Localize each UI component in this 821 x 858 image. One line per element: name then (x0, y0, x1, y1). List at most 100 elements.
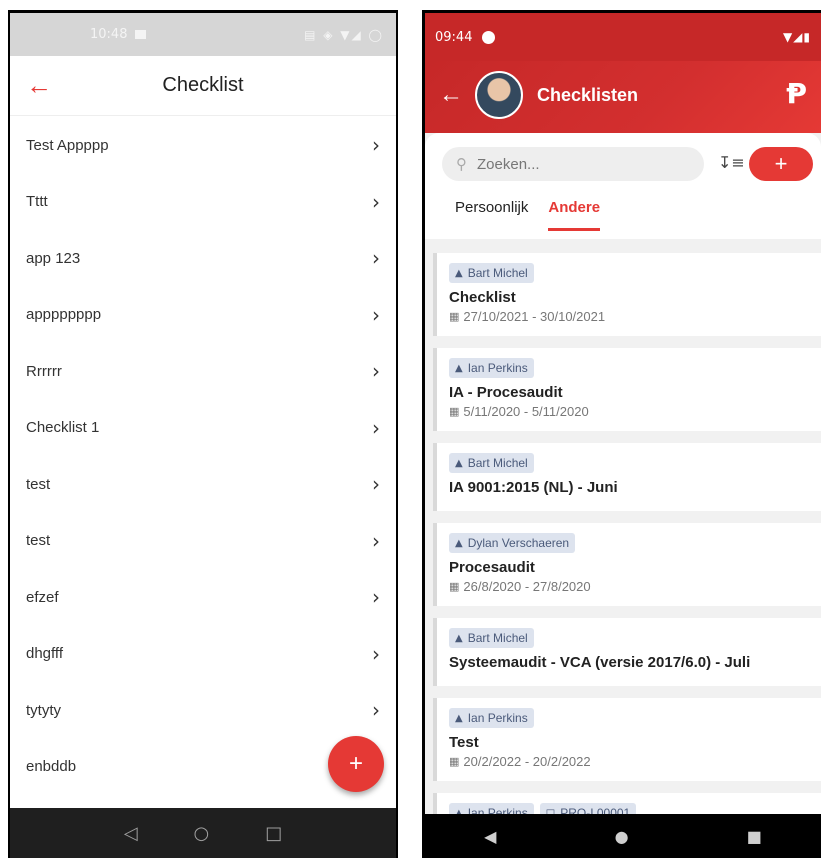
list-item-label: Test Appppp (26, 136, 109, 154)
back-arrow-icon[interactable]: ← (26, 70, 56, 100)
assignee-badge: ▲ Bart Michel (449, 263, 534, 283)
toolbar-panel: ⚲ Zoeken... ↧≡ + Persoonlijk Andere (425, 133, 821, 239)
calendar-icon: ▦ (449, 405, 460, 418)
left-phone: 10:48 ▤ ◈ ▼◢ ◯ ← Checklist Test Appppp › T… (8, 10, 398, 858)
list-item-label: tytyty (26, 701, 62, 719)
app-notification-icon (482, 30, 496, 44)
add-checklist-button[interactable]: + (328, 736, 384, 792)
user-icon: ▲ (455, 537, 463, 549)
back-arrow-icon[interactable]: ← (439, 81, 463, 109)
calendar-icon: ▦ (449, 755, 460, 768)
checklist-card[interactable]: ▲ Dylan Verschaeren Procesaudit ▦ 26/8/2020 … (433, 523, 821, 606)
card-title: IA - Procesaudit (449, 384, 563, 401)
chevron-right-icon: › (372, 302, 380, 327)
chevron-right-icon: › (372, 585, 380, 610)
page-title: Checklist (162, 74, 244, 96)
chevron-right-icon: › (372, 133, 380, 158)
checklist-card[interactable]: ▲ Ian Perkins IA - Procesaudit ▦ 5/11/2020 -… (433, 348, 821, 431)
add-checklist-button[interactable]: + (749, 147, 813, 181)
assignee-name: Ian Perkins (467, 361, 528, 375)
search-input[interactable]: ⚲ Zoeken... (442, 147, 704, 181)
list-item[interactable]: dhgfff › (10, 626, 396, 683)
assignee-badge: ▲ Bart Michel (449, 628, 534, 648)
nav-recents-icon[interactable]: □ (265, 823, 282, 844)
checklist-card[interactable]: ▲ Ian Perkins Test ▦ 20/2/2022 - 20/2/2022 (433, 698, 821, 781)
sort-icon[interactable]: ↧≡ (718, 153, 745, 172)
card-title: Test (449, 734, 479, 751)
chevron-right-icon: › (372, 698, 380, 723)
date-range: 27/10/2021 - 30/10/2021 (463, 309, 606, 324)
list-item[interactable]: efzef › (10, 569, 396, 626)
assignee-badge: ▲ Ian Perkins (449, 708, 534, 728)
chevron-right-icon: › (372, 415, 380, 440)
date-range: 5/11/2020 - 5/11/2020 (463, 404, 589, 419)
badge-row: ▲ Ian Perkins (449, 708, 809, 728)
list-item[interactable]: test › (10, 513, 396, 570)
left-screen: 10:48 ▤ ◈ ▼◢ ◯ ← Checklist Test Appppp › T… (10, 13, 396, 858)
brand-logo-icon: Ᵽ (786, 77, 807, 110)
list-item-label: efzef (26, 588, 59, 606)
list-item-label: dhgfff (26, 645, 63, 663)
status-time: 10:48 (90, 27, 128, 42)
nav-home-icon[interactable]: ● (615, 827, 629, 846)
assignee-badge: ▲ Bart Michel (449, 453, 534, 473)
list-item-label: test (26, 532, 51, 550)
date-range: 20/2/2022 - 20/2/2022 (463, 754, 591, 769)
list-item[interactable]: app 123 › (10, 230, 396, 287)
list-item[interactable]: Tttt › (10, 174, 396, 231)
checklist-card[interactable]: ▲ Bart Michel Checklist ▦ 27/10/2021 - 30/10… (433, 253, 821, 336)
chevron-right-icon: › (372, 472, 380, 497)
badge-row: ▲ Bart Michel (449, 263, 809, 283)
checklist-card[interactable]: ▲ Bart Michel Systeemaudit - VCA (versie 2… (433, 618, 821, 686)
card-title: Systeemaudit - VCA (versie 2017/6.0) - J… (449, 654, 751, 671)
user-icon: ▲ (455, 267, 463, 279)
list-item[interactable]: apppppppp › (10, 287, 396, 344)
search-placeholder: Zoeken... (477, 155, 540, 173)
status-icons: ▼◢▮ (782, 30, 811, 44)
card-title: Procesaudit (449, 559, 535, 576)
nav-home-icon[interactable]: ○ (194, 823, 210, 844)
calendar-icon: ▦ (449, 580, 460, 593)
list-item-label: app 123 (26, 249, 81, 267)
nav-back-icon[interactable]: ◀ (484, 827, 496, 846)
list-item[interactable]: Checklist 1 › (10, 400, 396, 457)
chevron-right-icon: › (372, 528, 380, 553)
list-item[interactable]: tytyty › (10, 682, 396, 739)
assignee-name: Dylan Verschaeren (467, 536, 570, 550)
card-dates: ▦ 20/2/2022 - 20/2/2022 (449, 754, 809, 769)
system-nav-bar: ◁ ○ □ (10, 808, 396, 858)
status-bar: 10:48 ▤ ◈ ▼◢ ◯ (10, 13, 396, 56)
checklist-card[interactable]: ▲ Bart Michel IA 9001:2015 (NL) - Juni (433, 443, 821, 511)
nav-recents-icon[interactable]: ■ (747, 827, 762, 846)
card-dates: ▦ 26/8/2020 - 27/8/2020 (449, 579, 809, 594)
tab-andere[interactable]: Andere (548, 199, 601, 231)
card-dates: ▦ 27/10/2021 - 30/10/2021 (449, 309, 809, 324)
user-icon: ▲ (455, 632, 463, 644)
chevron-right-icon: › (372, 246, 380, 271)
list-item[interactable]: Rrrrrr › (10, 343, 396, 400)
list-item-label: test (26, 475, 51, 493)
assignee-name: Bart Michel (467, 631, 528, 645)
nav-back-icon[interactable]: ◁ (124, 823, 138, 844)
avatar[interactable] (475, 71, 523, 119)
list-item[interactable]: Test Appppp › (10, 117, 396, 174)
assignee-name: Bart Michel (467, 266, 528, 280)
status-icons: ▤ ◈ ▼◢ ◯ (304, 27, 384, 42)
chevron-right-icon: › (372, 189, 380, 214)
assignee-badge: ▲ Ian Perkins (449, 358, 534, 378)
badge-row: ▲ Ian Perkins (449, 358, 809, 378)
user-icon: ▲ (455, 712, 463, 724)
list-item-label: Rrrrrr (26, 362, 62, 380)
assignee-name: Bart Michel (467, 456, 528, 470)
list-item[interactable]: test › (10, 456, 396, 513)
checklist-card-list: ▲ Bart Michel Checklist ▦ 27/10/2021 - 30/10… (433, 253, 821, 853)
status-bar: 09:44 ▼◢▮ (425, 13, 821, 61)
assignee-badge: ▲ Dylan Verschaeren (449, 533, 576, 553)
tab-persoonlijk[interactable]: Persoonlijk (455, 199, 528, 231)
app-bar: ← Checklist (10, 56, 396, 116)
list-item-label: Checklist 1 (26, 419, 100, 437)
search-icon: ⚲ (456, 155, 467, 173)
badge-row: ▲ Bart Michel (449, 453, 809, 473)
tab-bar: Persoonlijk Andere (455, 199, 601, 231)
app-header: ← Checklisten Ᵽ (425, 61, 821, 133)
